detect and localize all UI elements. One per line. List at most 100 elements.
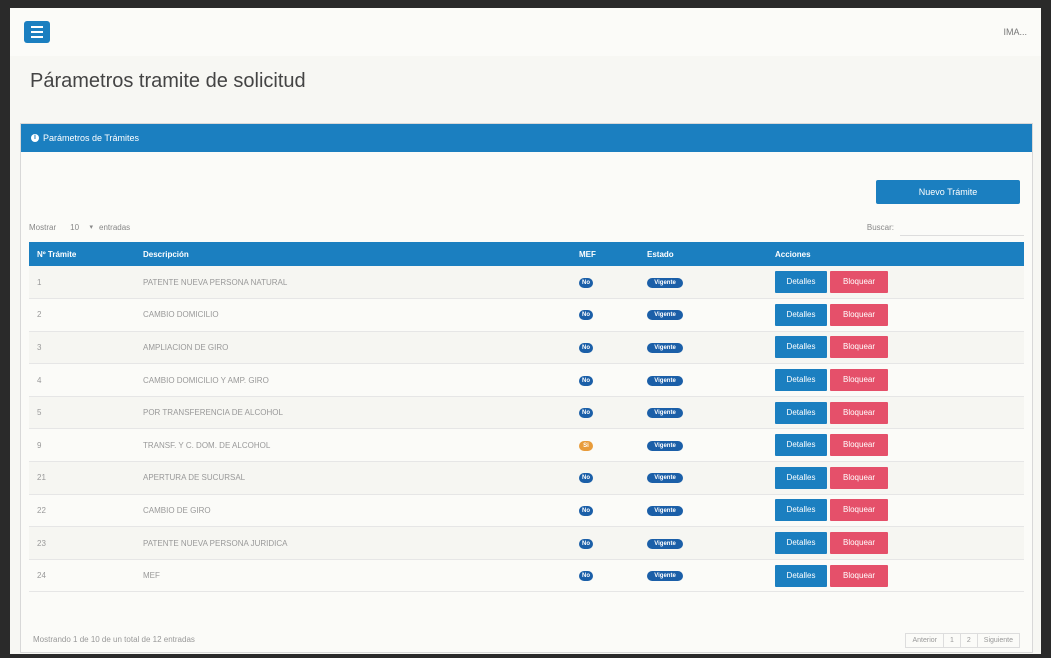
pager-next[interactable]: Siguiente	[976, 633, 1020, 648]
bloquear-button[interactable]: Bloquear	[830, 303, 888, 326]
pager-page-2[interactable]: 2	[959, 633, 978, 648]
mef-badge: Si	[579, 440, 593, 451]
cell-descripcion: PATENTE NUEVA PERSONA NATURAL	[143, 277, 288, 287]
table-header-row: Nº Trámite Descripción MEF Estado Accion…	[29, 242, 1024, 266]
cell-estado: Vigente	[639, 559, 767, 592]
cell-descripcion: CAMBIO DE GIRO	[143, 505, 211, 515]
detalles-button[interactable]: Detalles	[775, 336, 827, 359]
col-mef[interactable]: MEF	[571, 242, 639, 266]
cell-estado: Vigente	[639, 299, 767, 332]
cell-num: 2	[37, 310, 42, 320]
cell-acciones: Detalles Bloquear	[767, 364, 1024, 397]
pager-page-1[interactable]: 1	[942, 633, 961, 648]
mef-badge: No	[579, 375, 593, 386]
cell-descripcion: POR TRANSFERENCIA DE ALCOHOL	[143, 408, 283, 418]
cell-acciones: Detalles Bloquear	[767, 462, 1024, 495]
search-input[interactable]	[900, 218, 1024, 236]
mef-badge: No	[579, 342, 593, 353]
page-title: Párametros tramite de solicitud	[30, 70, 306, 92]
search-label: Buscar:	[866, 222, 894, 232]
cell-mef: Si	[571, 429, 639, 462]
cell-estado: Vigente	[639, 396, 767, 429]
cell-acciones: Detalles Bloquear	[767, 429, 1024, 462]
search-wrap: Buscar:	[866, 218, 1024, 236]
bloquear-button[interactable]: Bloquear	[830, 401, 888, 424]
entries-length-select[interactable]: 10	[60, 223, 95, 232]
detalles-button[interactable]: Detalles	[775, 564, 827, 587]
cell-num: 4	[37, 375, 42, 385]
estado-badge: Vigente	[647, 408, 683, 419]
estado-badge: Vigente	[647, 571, 683, 582]
cell-acciones: Detalles Bloquear	[767, 494, 1024, 527]
estado-badge: Vigente	[647, 473, 683, 484]
table-row: 5 POR TRANSFERENCIA DE ALCOHOL No Vigente De…	[29, 396, 1024, 429]
new-tramite-button[interactable]: Nuevo Trámite	[876, 180, 1020, 204]
cell-descripcion: AMPLIACION DE GIRO	[143, 342, 229, 352]
cell-estado: Vigente	[639, 429, 767, 462]
detalles-button[interactable]: Detalles	[775, 303, 827, 326]
table-info: Mostrando 1 de 10 de un total de 12 entr…	[33, 635, 195, 644]
cell-num: 21	[37, 473, 46, 483]
detalles-button[interactable]: Detalles	[775, 369, 827, 392]
panel-title: Parámetros de Trámites	[43, 133, 140, 143]
detalles-button[interactable]: Detalles	[775, 401, 827, 424]
mef-badge: No	[579, 408, 593, 419]
app-frame: IMA... Párametros tramite de solicitud i…	[10, 8, 1041, 654]
cell-num: 3	[37, 342, 42, 352]
cell-descripcion: APERTURA DE SUCURSAL	[143, 473, 246, 483]
mef-badge: No	[579, 538, 593, 549]
cell-estado: Vigente	[639, 364, 767, 397]
cell-descripcion: MEF	[143, 571, 160, 581]
table-row: 23 PATENTE NUEVA PERSONA JURIDICA No Vigent…	[29, 526, 1024, 560]
detalles-button[interactable]: Detalles	[775, 434, 827, 457]
table-row: 2 CAMBIO DOMICILIO No Vigente Detalles Bloque…	[29, 299, 1024, 332]
col-estado[interactable]: Estado	[639, 242, 767, 266]
bloquear-button[interactable]: Bloquear	[830, 499, 888, 522]
detalles-button[interactable]: Detalles	[775, 466, 827, 489]
estado-badge: Vigente	[647, 505, 683, 516]
table-row: 22 CAMBIO DE GIRO No Vigente Detalles Bloquea…	[29, 494, 1024, 527]
bloquear-button[interactable]: Bloquear	[830, 564, 888, 587]
top-bar: IMA...	[10, 8, 1041, 56]
detalles-button[interactable]: Detalles	[775, 532, 827, 555]
cell-descripcion: CAMBIO DOMICILIO	[143, 310, 219, 320]
table-controls: Mostrar 10 entradas Buscar:	[29, 218, 1024, 236]
tramites-panel: i Parámetros de Trámites Nuevo Trámite M…	[20, 123, 1033, 653]
estado-badge: Vigente	[647, 375, 683, 386]
bloquear-button[interactable]: Bloquear	[830, 532, 888, 555]
cell-acciones: Detalles Bloquear	[767, 396, 1024, 429]
mef-badge: No	[579, 473, 593, 484]
bloquear-button[interactable]: Bloquear	[830, 271, 888, 294]
cell-num: 23	[37, 538, 46, 548]
col-num[interactable]: Nº Trámite	[29, 242, 135, 266]
mef-badge: No	[579, 571, 593, 582]
detalles-button[interactable]: Detalles	[775, 499, 827, 522]
table-row: 1 PATENTE NUEVA PERSONA NATURAL No Vigente D…	[29, 266, 1024, 299]
user-menu[interactable]: IMA...	[1003, 27, 1027, 37]
cell-acciones: Detalles Bloquear	[767, 331, 1024, 364]
cell-acciones: Detalles Bloquear	[767, 266, 1024, 299]
cell-acciones: Detalles Bloquear	[767, 299, 1024, 332]
col-descripcion[interactable]: Descripción	[135, 242, 571, 266]
bloquear-button[interactable]: Bloquear	[830, 369, 888, 392]
cell-estado: Vigente	[639, 527, 767, 560]
cell-estado: Vigente	[639, 494, 767, 527]
cell-mef: No	[571, 462, 639, 495]
cell-num: 1	[37, 277, 42, 287]
table-row: 3 AMPLIACION DE GIRO No Vigente Detalles Bloq…	[29, 331, 1024, 364]
cell-mef: No	[571, 331, 639, 364]
table-row: 21 APERTURA DE SUCURSAL No Vigente Detalles B…	[29, 461, 1024, 495]
cell-mef: No	[571, 364, 639, 397]
pager-prev[interactable]: Anterior	[905, 633, 944, 648]
hamburger-menu-icon[interactable]	[24, 21, 50, 43]
cell-descripcion: TRANSF. Y C. DOM. DE ALCOHOL	[143, 440, 271, 450]
bloquear-button[interactable]: Bloquear	[830, 434, 888, 457]
table-body: 1 PATENTE NUEVA PERSONA NATURAL No Vigente D…	[29, 266, 1024, 592]
cell-descripcion: CAMBIO DOMICILIO Y AMP. GIRO	[143, 375, 269, 385]
estado-badge: Vigente	[647, 277, 683, 288]
detalles-button[interactable]: Detalles	[775, 271, 827, 294]
cell-num: 24	[37, 571, 46, 581]
bloquear-button[interactable]: Bloquear	[830, 466, 888, 489]
estado-badge: Vigente	[647, 342, 683, 353]
bloquear-button[interactable]: Bloquear	[830, 336, 888, 359]
